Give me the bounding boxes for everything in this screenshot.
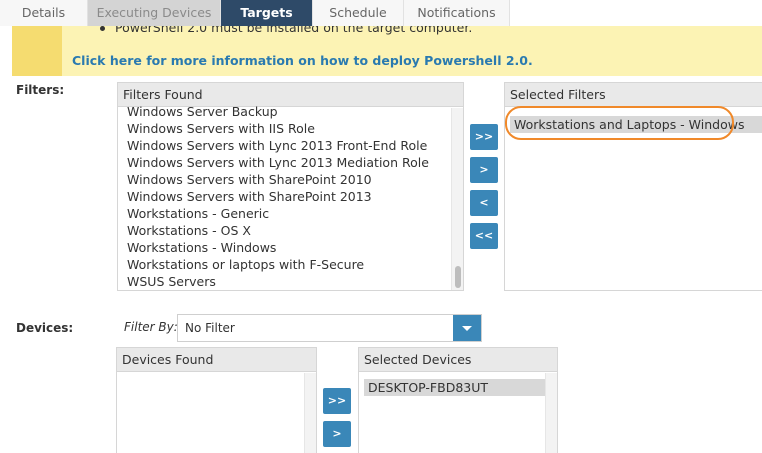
add-device-button[interactable]: > (323, 421, 351, 447)
filters-label: Filters: (16, 83, 65, 97)
selected-device-item[interactable]: DESKTOP-FBD83UT (364, 379, 547, 396)
chevron-down-icon (462, 326, 472, 331)
list-item[interactable]: Workstations - Generic (118, 205, 463, 222)
powershell-notice: PowerShell 2.0 must be installed on the … (12, 26, 762, 76)
devices-label: Devices: (16, 321, 74, 335)
list-item[interactable]: WSUS Servers (118, 273, 463, 290)
device-filter-dropdown-button[interactable] (453, 315, 481, 341)
filters-found-panel: Filters Found Windows Server Backup Wind… (117, 82, 464, 291)
list-item[interactable]: Windows Servers with IIS Role (118, 120, 463, 137)
tab-targets[interactable]: Targets (221, 0, 313, 26)
filters-found-scrollbar[interactable] (451, 108, 463, 290)
tab-executing-devices[interactable]: Executing Devices (88, 0, 221, 26)
remove-all-filters-button[interactable]: << (470, 223, 498, 249)
list-item[interactable]: Windows Servers with Lync 2013 Front-End… (118, 137, 463, 154)
notice-bullet: PowerShell 2.0 must be installed on the … (100, 26, 472, 35)
add-filter-button[interactable]: > (470, 157, 498, 183)
deploy-powershell-link[interactable]: Click here for more information on how t… (72, 53, 533, 68)
tab-details[interactable]: Details (0, 0, 88, 26)
devices-found-panel: Devices Found (116, 347, 317, 453)
devices-found-scrollbar[interactable] (304, 373, 316, 453)
scroll-thumb[interactable] (455, 266, 461, 288)
device-filter-select[interactable]: No Filter (177, 314, 482, 342)
filter-by-label: Filter By: (124, 320, 178, 334)
list-item[interactable]: Windows Servers with SharePoint 2013 (118, 188, 463, 205)
list-item[interactable]: Windows Server Backup (118, 103, 463, 120)
notice-stripe (12, 26, 62, 76)
devices-found-header: Devices Found (117, 348, 316, 372)
selected-devices-panel: Selected Devices DESKTOP-FBD83UT (358, 347, 558, 453)
selected-devices-header: Selected Devices (359, 348, 557, 372)
tab-notifications[interactable]: Notifications (404, 0, 510, 26)
selected-filter-item[interactable]: Workstations and Laptops - Windows (510, 116, 762, 133)
list-item[interactable]: Workstations - OS X (118, 222, 463, 239)
list-item[interactable]: Workstations or laptops with F-Secure (118, 256, 463, 273)
remove-filter-button[interactable]: < (470, 190, 498, 216)
device-filter-value: No Filter (185, 321, 235, 335)
selected-filters-panel: Selected Filters Workstations and Laptop… (504, 82, 762, 291)
selected-filters-header: Selected Filters (505, 83, 762, 107)
filters-found-list: Windows Server Backup Windows Servers wi… (118, 103, 463, 290)
add-all-devices-button[interactable]: >> (323, 388, 351, 414)
selected-devices-scrollbar[interactable] (545, 373, 557, 453)
list-item[interactable]: Windows Servers with SharePoint 2010 (118, 171, 463, 188)
bullet-dot-icon (100, 26, 105, 31)
tab-schedule[interactable]: Schedule (313, 0, 404, 26)
list-item[interactable]: Windows Servers with Lync 2013 Mediation… (118, 154, 463, 171)
tab-bar: Details Executing Devices Targets Schedu… (0, 0, 510, 26)
add-all-filters-button[interactable]: >> (470, 124, 498, 150)
notice-bullet-text: PowerShell 2.0 must be installed on the … (115, 26, 473, 35)
list-item[interactable]: Workstations - Windows (118, 239, 463, 256)
